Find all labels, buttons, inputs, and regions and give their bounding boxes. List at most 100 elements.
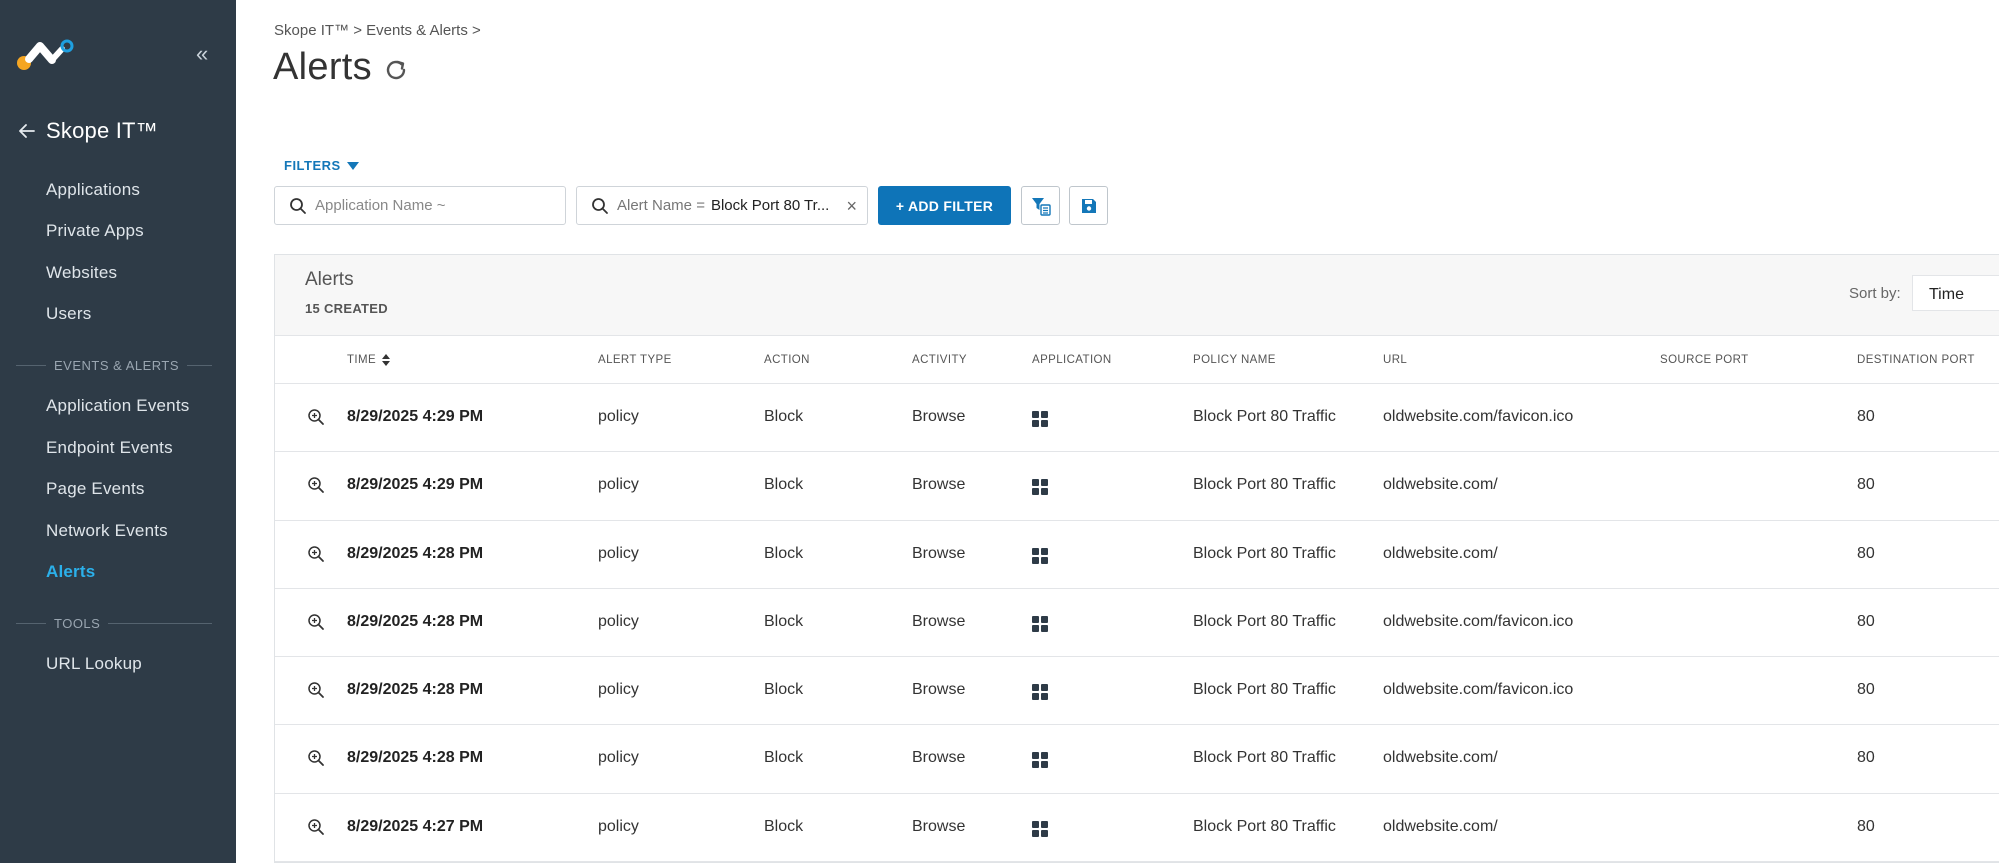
page-title: Alerts — [273, 46, 372, 88]
cell-destination-port: 80 — [1857, 749, 1875, 767]
section-tools: TOOLS — [16, 615, 212, 631]
application-grid-icon — [1032, 752, 1048, 769]
cell-destination-port: 80 — [1857, 681, 1875, 699]
application-name-input[interactable] — [315, 197, 515, 214]
cell-activity: Browse — [912, 476, 966, 494]
cell-action: Block — [764, 612, 804, 630]
zoom-in-icon[interactable] — [307, 613, 325, 631]
cell-action: Block — [764, 408, 804, 425]
application-name-filter[interactable] — [274, 186, 566, 225]
section-events-alerts: EVENTS & ALERTS — [16, 357, 212, 373]
sort-select[interactable]: Time — [1912, 275, 1999, 311]
cell-time: 8/29/2025 4:28 PM — [347, 681, 484, 699]
cell-url: oldwebsite.com/favicon.ico — [1383, 681, 1574, 699]
back-to-skope-it[interactable]: Skope IT™ — [16, 116, 236, 146]
column-header-source-port: SOURCE PORT — [1660, 354, 1749, 366]
filter-settings-button[interactable] — [1021, 186, 1060, 225]
divider — [16, 364, 40, 366]
cell-destination-port: 80 — [1857, 408, 1875, 425]
remove-filter-icon[interactable]: × — [846, 196, 857, 217]
cell-action: Block — [764, 476, 804, 494]
zoom-in-icon[interactable] — [307, 408, 325, 426]
cell-policy-name: Block Port 80 Traffic — [1193, 544, 1336, 562]
table-header: TIME ALERT TYPE ACTION ACTIVITY APPLICAT… — [275, 336, 1999, 384]
cell-alert-type: policy — [598, 544, 639, 562]
refresh-icon[interactable] — [382, 56, 410, 84]
column-header-application: APPLICATION — [1032, 354, 1112, 366]
cell-time: 8/29/2025 4:28 PM — [347, 612, 484, 630]
sidebar-item-applications[interactable]: Applications — [46, 177, 140, 203]
sidebar: « Skope IT™ Applications Private Apps We… — [0, 0, 236, 863]
application-grid-icon — [1032, 684, 1048, 701]
application-grid-icon — [1032, 820, 1048, 837]
table-row[interactable]: 8/29/2025 4:28 PM policy Block Browse Bl… — [275, 725, 1999, 794]
alert-name-chip-key: Alert Name = — [617, 197, 705, 214]
column-header-alert-type: ALERT TYPE — [598, 354, 672, 366]
cell-alert-type: policy — [598, 817, 639, 835]
sort-toggle-icon[interactable] — [382, 354, 391, 366]
cell-time: 8/29/2025 4:28 PM — [347, 749, 484, 767]
cell-action: Block — [764, 749, 804, 767]
cell-alert-type: policy — [598, 476, 639, 494]
save-icon — [1081, 198, 1096, 213]
cell-destination-port: 80 — [1857, 612, 1875, 630]
application-grid-icon — [1032, 615, 1048, 632]
cell-destination-port: 80 — [1857, 544, 1875, 562]
sidebar-item-alerts[interactable]: Alerts — [46, 559, 95, 585]
cell-activity: Browse — [912, 612, 966, 630]
cell-action: Block — [764, 681, 804, 699]
sidebar-item-application-events[interactable]: Application Events — [46, 393, 189, 419]
arrow-left-icon — [19, 124, 35, 138]
sidebar-item-page-events[interactable]: Page Events — [46, 476, 145, 502]
table-row[interactable]: 8/29/2025 4:28 PM policy Block Browse Bl… — [275, 520, 1999, 589]
filters-toggle-label: FILTERS — [284, 158, 341, 173]
table-row[interactable]: 8/29/2025 4:29 PM policy Block Browse Bl… — [275, 384, 1999, 453]
cell-activity: Browse — [912, 817, 966, 835]
sidebar-item-users[interactable]: Users — [46, 301, 91, 327]
alert-count: 15 CREATED — [305, 301, 388, 316]
sidebar-item-endpoint-events[interactable]: Endpoint Events — [46, 435, 173, 461]
alerts-panel: Alerts 15 CREATED Sort by: Time TIME ALE… — [274, 254, 1999, 863]
cell-activity: Browse — [912, 681, 966, 699]
cell-action: Block — [764, 817, 804, 835]
zoom-in-icon[interactable] — [307, 749, 325, 767]
section-events-alerts-label: EVENTS & ALERTS — [46, 357, 188, 373]
table-row[interactable]: 8/29/2025 4:28 PM policy Block Browse Bl… — [275, 588, 1999, 658]
zoom-in-icon[interactable] — [307, 476, 325, 494]
search-icon — [290, 197, 306, 214]
cell-time: 8/29/2025 4:28 PM — [347, 544, 484, 562]
table-row[interactable]: 8/29/2025 4:27 PM policy Block Browse Bl… — [275, 793, 1999, 863]
cell-alert-type: policy — [598, 749, 639, 767]
zoom-in-icon[interactable] — [307, 545, 325, 563]
cell-alert-type: policy — [598, 408, 639, 425]
sidebar-item-url-lookup[interactable]: URL Lookup — [46, 651, 142, 677]
column-header-url: URL — [1383, 354, 1408, 366]
zoom-in-icon[interactable] — [307, 681, 325, 699]
application-grid-icon — [1032, 411, 1048, 427]
breadcrumb[interactable]: Skope IT™ > Events & Alerts > — [274, 22, 481, 39]
sidebar-item-websites[interactable]: Websites — [46, 260, 117, 286]
save-filter-button[interactable] — [1069, 186, 1108, 225]
filters-toggle[interactable]: FILTERS — [284, 158, 359, 173]
sidebar-item-network-events[interactable]: Network Events — [46, 518, 168, 544]
netskope-logo-icon[interactable] — [16, 38, 76, 72]
cell-url: oldwebsite.com/ — [1383, 476, 1498, 494]
column-header-time[interactable]: TIME — [347, 354, 391, 366]
zoom-in-icon[interactable] — [307, 818, 325, 836]
alert-name-filter-chip[interactable]: Alert Name = Block Port 80 Tr... × — [576, 186, 868, 225]
cell-destination-port: 80 — [1857, 476, 1875, 494]
collapse-sidebar-icon[interactable]: « — [196, 43, 216, 65]
cell-time: 8/29/2025 4:29 PM — [347, 408, 484, 425]
cell-alert-type: policy — [598, 612, 639, 630]
cell-url: oldwebsite.com/ — [1383, 749, 1498, 767]
table-row[interactable]: 8/29/2025 4:29 PM policy Block Browse Bl… — [275, 452, 1999, 521]
sidebar-item-private-apps[interactable]: Private Apps — [46, 218, 144, 244]
search-icon — [592, 197, 608, 214]
alerts-table-body: 8/29/2025 4:29 PM policy Block Browse Bl… — [275, 384, 1999, 863]
cell-url: oldwebsite.com/ — [1383, 817, 1498, 835]
cell-time: 8/29/2025 4:27 PM — [347, 817, 484, 835]
column-header-destination-port: DESTINATION PORT — [1857, 354, 1975, 366]
add-filter-button[interactable]: + ADD FILTER — [878, 186, 1011, 225]
table-row[interactable]: 8/29/2025 4:28 PM policy Block Browse Bl… — [275, 657, 1999, 726]
application-grid-icon — [1032, 547, 1048, 564]
